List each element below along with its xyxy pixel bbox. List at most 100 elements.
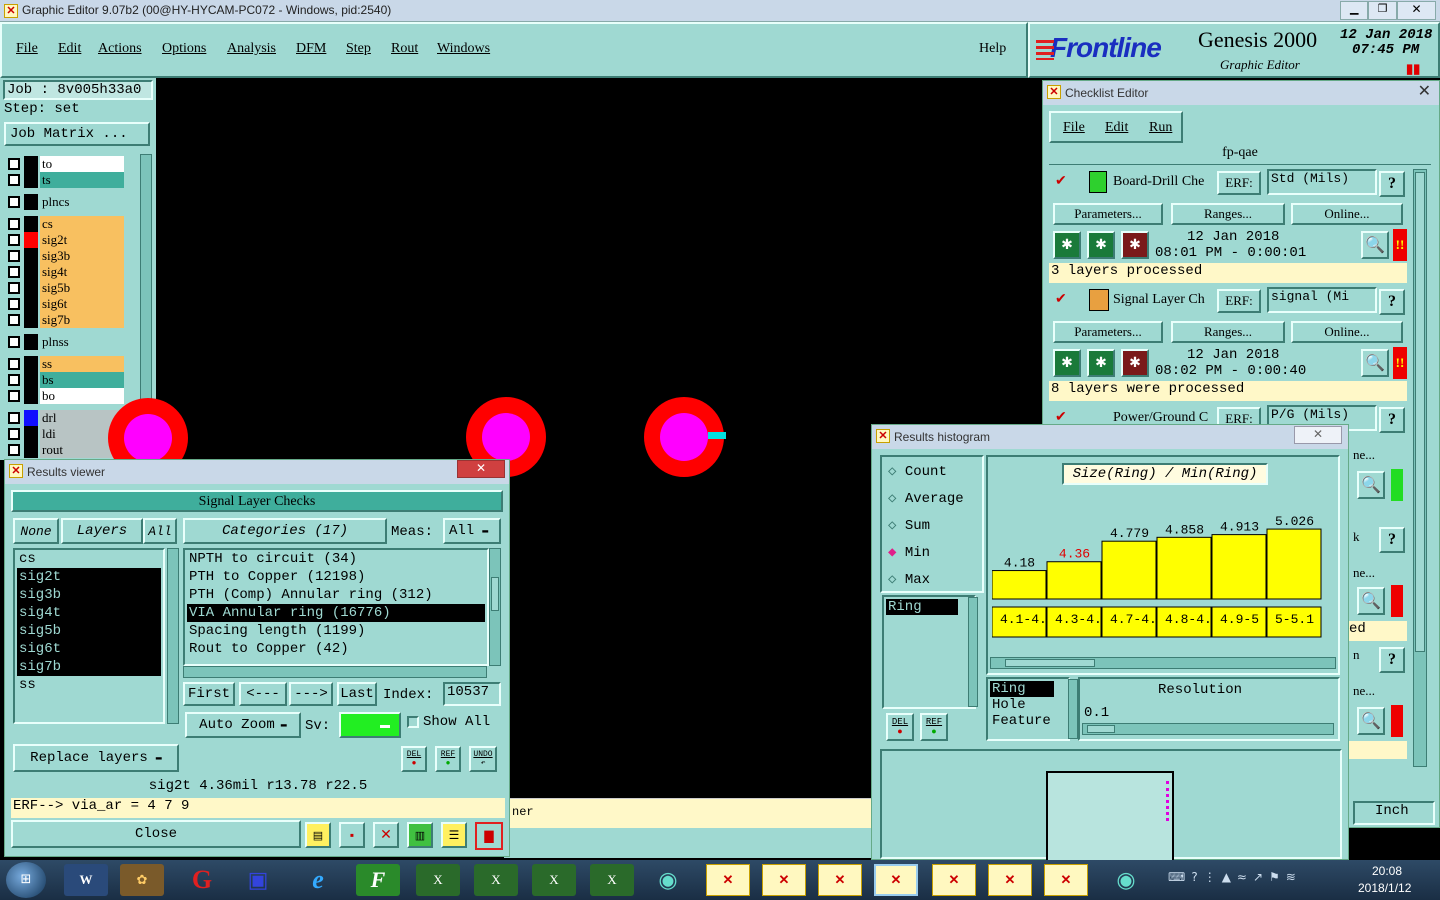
check-1-ranges-button[interactable]: Ranges... [1171,203,1285,225]
index-field[interactable]: 10537 [443,682,501,706]
layer-checkbox[interactable] [8,358,20,370]
checklist-menu-edit[interactable]: Edit [1105,120,1128,136]
check-2-help-button[interactable]: ? [1379,289,1405,315]
check-2-erf-value[interactable]: signal (Mi [1267,287,1377,313]
menu-rout[interactable]: Rout [391,41,418,57]
taskbar-word-icon[interactable]: W [64,864,108,896]
filter-icon[interactable]: ▥ [407,822,433,848]
histogram-bar[interactable] [1156,536,1212,600]
checklist-menu-run[interactable]: Run [1149,120,1172,136]
meas-select[interactable]: All ▬ [443,518,501,544]
results-layer-item[interactable]: sig4t [17,604,161,622]
fragment-online-5[interactable]: ne... [1353,683,1375,699]
layer-checkbox[interactable] [8,428,20,440]
histogram-bar[interactable] [1211,534,1267,600]
report-icon[interactable]: ☰ [441,822,467,848]
menu-dfm[interactable]: DFM [296,41,326,57]
menu-options[interactable]: Options [162,41,206,57]
run-selected-icon[interactable]: ✱ [1087,231,1115,259]
layer-checkbox[interactable] [8,374,20,386]
zoom-icon[interactable]: 🔍 [1357,587,1385,615]
layer-name[interactable]: sig2t [40,232,124,248]
layer-row[interactable]: cs [4,216,124,232]
option-sum[interactable]: ◇ Sum [888,517,930,534]
check-1-erf-value[interactable]: Std (Mils) [1267,169,1377,195]
layer-row[interactable]: ldi [4,426,124,442]
checklist-scrollbar[interactable] [1413,169,1427,767]
check-3-help-button[interactable]: ? [1379,407,1405,433]
menu-help[interactable]: Help [979,41,1006,57]
minimize-icon[interactable]: ▁ [1340,1,1369,20]
check-2-parameters-button[interactable]: Parameters... [1053,321,1163,343]
chart-icon[interactable]: ▇ [475,822,503,850]
zoom-icon[interactable]: 🔍 [1361,231,1389,259]
menu-windows[interactable]: Windows [437,41,490,57]
check-5-help-button[interactable]: ? [1379,647,1405,673]
last-button[interactable]: Last [337,682,377,706]
results-layer-item[interactable]: sig5b [17,622,161,640]
taskbar-genesis-icon[interactable]: ✕ [818,864,862,896]
checklist-menu-file[interactable]: File [1063,120,1085,136]
check-enabled-icon[interactable]: ✔ [1055,291,1067,308]
histogram-bar[interactable] [1266,528,1322,600]
run-icon[interactable]: ✱ [1053,231,1081,259]
category-scroll-thumb[interactable] [491,577,499,611]
check-enabled-icon[interactable]: ✔ [1055,173,1067,190]
layer-name[interactable]: ts [40,172,124,188]
layer-checkbox[interactable] [8,390,20,402]
layer-checkbox[interactable] [8,174,20,186]
taskbar-eye-icon[interactable]: ◉ [646,864,690,896]
option-min[interactable]: ◆ Min [888,544,930,561]
layer-name[interactable]: plnss [40,334,124,350]
fragment-online-4[interactable]: ne... [1353,565,1375,581]
results-category-item[interactable]: PTH (Comp) Annular ring (312) [187,586,485,604]
histogram-bar[interactable] [1046,561,1102,600]
histogram-hscrollbar[interactable] [990,657,1336,669]
layer-name[interactable]: sig7b [40,312,124,328]
stop-icon[interactable]: ✱ [1121,231,1149,259]
layer-row[interactable]: to [4,156,124,172]
histogram-hscroll-thumb[interactable] [1005,659,1095,667]
run-icon[interactable]: ✱ [1053,349,1081,377]
check-1-online-button[interactable]: Online... [1291,203,1403,225]
histogram-by-scrollbar[interactable] [1068,679,1078,739]
taskbar-save-icon[interactable]: ▣ [236,864,280,896]
check-2-online-button[interactable]: Online... [1291,321,1403,343]
zoom-icon[interactable]: 🔍 [1357,707,1385,735]
show-all-checkbox[interactable] [407,716,419,728]
option-average[interactable]: ◇ Average [888,490,964,507]
tab-none[interactable]: None [13,518,59,544]
layer-name[interactable]: plncs [40,194,124,210]
results-category-item[interactable]: NPTH to circuit (34) [187,550,485,568]
taskbar-shell-icon[interactable]: ✿ [120,864,164,896]
menu-edit[interactable]: Edit [58,41,81,57]
close-button[interactable]: Close [11,820,301,848]
histogram-bar[interactable] [1101,540,1157,600]
histogram-bar[interactable] [992,570,1047,600]
taskbar-excel-icon[interactable]: X [590,864,634,896]
run-selected-icon[interactable]: ✱ [1087,349,1115,377]
histogram-item-ring[interactable]: Ring [886,599,958,615]
layer-row[interactable]: sig6t [4,296,124,312]
flag-icon[interactable]: ▪ [339,822,365,848]
layer-checkbox[interactable] [8,412,20,424]
layer-checkbox[interactable] [8,196,20,208]
check-1-help-button[interactable]: ? [1379,171,1405,197]
taskbar-genesis-icon[interactable]: ✕ [932,864,976,896]
next-button[interactable]: ---> [289,682,333,706]
layer-name[interactable]: ss [40,356,124,372]
units-field[interactable]: Inch [1353,801,1435,825]
tab-all[interactable]: All [143,518,177,544]
results-category-vscrollbar[interactable] [489,548,501,666]
auto-zoom-select[interactable]: Auto Zoom ▬ [185,712,301,738]
layer-row[interactable]: plnss [4,334,124,350]
check-4-help-button[interactable]: ? [1379,527,1405,553]
stop-icon[interactable]: ✱ [1121,349,1149,377]
layer-name[interactable]: bo [40,388,124,404]
resolution-slider-thumb[interactable] [1087,725,1115,733]
taskbar-genesis-icon[interactable]: ✕ [706,864,750,896]
layer-row[interactable]: sig3b [4,248,124,264]
taskbar-genesis-icon[interactable]: ✕ [762,864,806,896]
layer-row[interactable]: ss [4,356,124,372]
layer-row[interactable]: rout [4,442,124,458]
